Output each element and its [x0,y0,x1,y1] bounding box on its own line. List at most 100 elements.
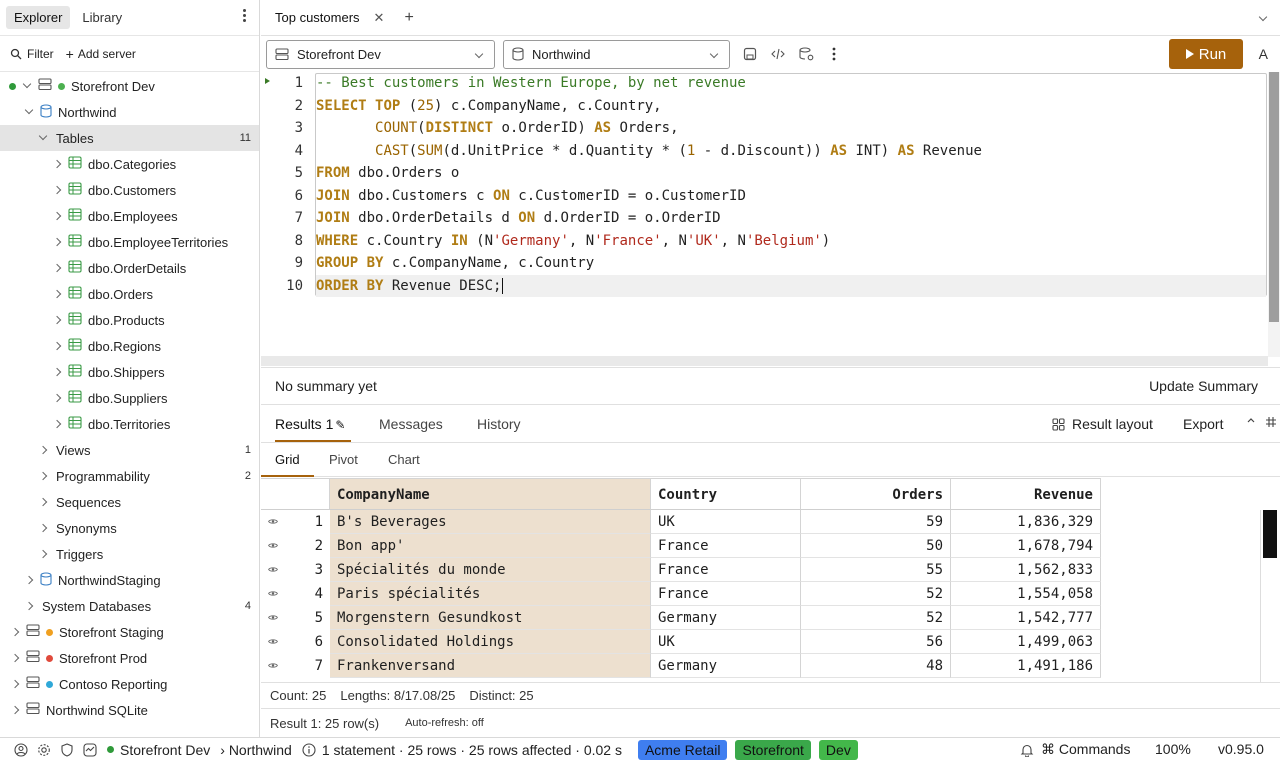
status-server[interactable]: Storefront Dev [120,742,210,758]
server-select[interactable]: Storefront Dev [266,39,495,69]
tree-table-item[interactable]: dbo.Employees [0,203,259,229]
tree-folder-triggers[interactable]: Triggers [0,541,259,567]
scrollbar-thumb[interactable] [1263,510,1277,558]
cell-country[interactable]: France [651,582,801,606]
tree-folder-sequences[interactable]: Sequences [0,489,259,515]
chevron-right-icon[interactable] [52,185,62,195]
cell-companyname[interactable]: Paris spécialités [330,582,651,606]
tree-table-item[interactable]: dbo.Shippers [0,359,259,385]
add-server-button[interactable]: + Add server [66,46,136,62]
chevron-right-icon[interactable] [10,627,20,637]
chevron-right-icon[interactable] [38,523,48,533]
tree-table-item[interactable]: dbo.Categories [0,151,259,177]
tag-pill[interactable]: Acme Retail [637,739,728,760]
chevron-right-icon[interactable] [10,653,20,663]
run-button[interactable]: Run [1169,39,1243,69]
shield-icon[interactable] [60,742,74,757]
cell-orders[interactable]: 52 [801,606,951,630]
column-header-country[interactable]: Country [651,478,801,510]
tab-top-customers[interactable]: Top customers ✕ [275,10,384,26]
cell-revenue[interactable]: 1,562,833 [951,558,1101,582]
cell-orders[interactable]: 50 [801,534,951,558]
cell-country[interactable]: Germany [651,654,801,678]
zoom-level[interactable]: 100% [1155,741,1191,757]
cell-country[interactable]: UK [651,630,801,654]
bell-icon[interactable] [1020,743,1034,757]
export-button[interactable]: Export [1183,416,1223,432]
chevron-down-icon[interactable] [1258,12,1268,27]
database-settings-icon[interactable] [798,46,814,62]
chevron-right-icon[interactable] [52,289,62,299]
tree-table-item[interactable]: dbo.Regions [0,333,259,359]
tab-history[interactable]: History [477,416,521,432]
update-summary-button[interactable]: Update Summary [1149,378,1258,394]
chevron-right-icon[interactable] [24,601,34,611]
column-header-orders[interactable]: Orders [801,478,951,510]
chevron-right-icon[interactable] [38,549,48,559]
chevron-down-icon[interactable] [22,81,32,91]
a-button[interactable]: A [1259,46,1268,62]
tree-folder-system-databases[interactable]: System Databases 4 [0,593,259,619]
cell-revenue[interactable]: 1,554,058 [951,582,1101,606]
cell-revenue[interactable]: 1,491,186 [951,654,1101,678]
chevron-right-icon[interactable] [38,471,48,481]
account-icon[interactable] [14,742,28,757]
tree-server-item[interactable]: Storefront Prod [0,645,259,671]
database-select[interactable]: Northwind [503,39,730,69]
auto-refresh-toggle[interactable]: Auto-refresh: off [405,717,484,729]
status-database[interactable]: › Northwind [220,742,292,758]
tab-messages[interactable]: Messages [379,416,443,432]
tab-grid[interactable]: Grid [275,452,300,467]
chevron-down-icon[interactable] [38,133,48,143]
grid-vertical-scrollbar[interactable] [1260,510,1280,682]
more-options-icon[interactable] [243,9,247,25]
cell-companyname[interactable]: Frankenversand [330,654,651,678]
cell-orders[interactable]: 52 [801,582,951,606]
chevron-right-icon[interactable] [10,705,20,715]
chevron-right-icon[interactable] [52,367,62,377]
chevron-right-icon[interactable] [52,211,62,221]
filter-button[interactable]: Filter [10,47,54,61]
cell-country[interactable]: France [651,534,801,558]
chevron-right-icon[interactable] [52,159,62,169]
code-icon[interactable] [770,46,786,62]
tree-server-item[interactable]: Northwind SQLite [0,697,259,723]
tree-table-item[interactable]: dbo.Orders [0,281,259,307]
cell-companyname[interactable]: Bon app' [330,534,651,558]
tree-database-northwindstaging[interactable]: NorthwindStaging [0,567,259,593]
tree-database-northwind[interactable]: Northwind [0,99,259,125]
chevron-right-icon[interactable] [10,679,20,689]
tree-table-item[interactable]: dbo.Territories [0,411,259,437]
column-header-companyname[interactable]: CompanyName [330,478,651,510]
tree-folder-tables[interactable]: Tables 11 [0,125,259,151]
tree-table-item[interactable]: dbo.OrderDetails [0,255,259,281]
tab-pivot[interactable]: Pivot [329,452,358,467]
chevron-right-icon[interactable] [52,315,62,325]
cell-companyname[interactable]: Consolidated Holdings [330,630,651,654]
cell-country[interactable]: UK [651,510,801,534]
chevron-right-icon[interactable] [52,419,62,429]
result-layout-button[interactable]: Result layout [1052,416,1153,432]
tree-table-item[interactable]: dbo.Customers [0,177,259,203]
tree-folder-programmability[interactable]: Programmability 2 [0,463,259,489]
new-tab-button[interactable]: + [404,9,413,27]
pin-icon[interactable] [1265,416,1277,428]
close-icon[interactable]: ✕ [374,10,385,26]
chevron-right-icon[interactable] [52,263,62,273]
cell-revenue[interactable]: 1,836,329 [951,510,1101,534]
tree-table-item[interactable]: dbo.EmployeeTerritories [0,229,259,255]
tree-server-item[interactable]: Contoso Reporting [0,671,259,697]
commands-button[interactable]: ⌘ Commands [1041,741,1130,758]
more-vertical-icon[interactable] [826,46,842,62]
tree-server-item[interactable]: Storefront Staging [0,619,259,645]
cell-country[interactable]: France [651,558,801,582]
chevron-right-icon[interactable] [38,445,48,455]
editor-horizontal-scrollbar[interactable] [261,356,1268,366]
cell-orders[interactable]: 55 [801,558,951,582]
cell-revenue[interactable]: 1,499,063 [951,630,1101,654]
tree-folder-synonyms[interactable]: Synonyms [0,515,259,541]
editor-vertical-scrollbar[interactable] [1268,72,1280,357]
save-icon[interactable] [742,46,758,62]
cell-orders[interactable]: 48 [801,654,951,678]
activity-icon[interactable] [83,742,97,757]
